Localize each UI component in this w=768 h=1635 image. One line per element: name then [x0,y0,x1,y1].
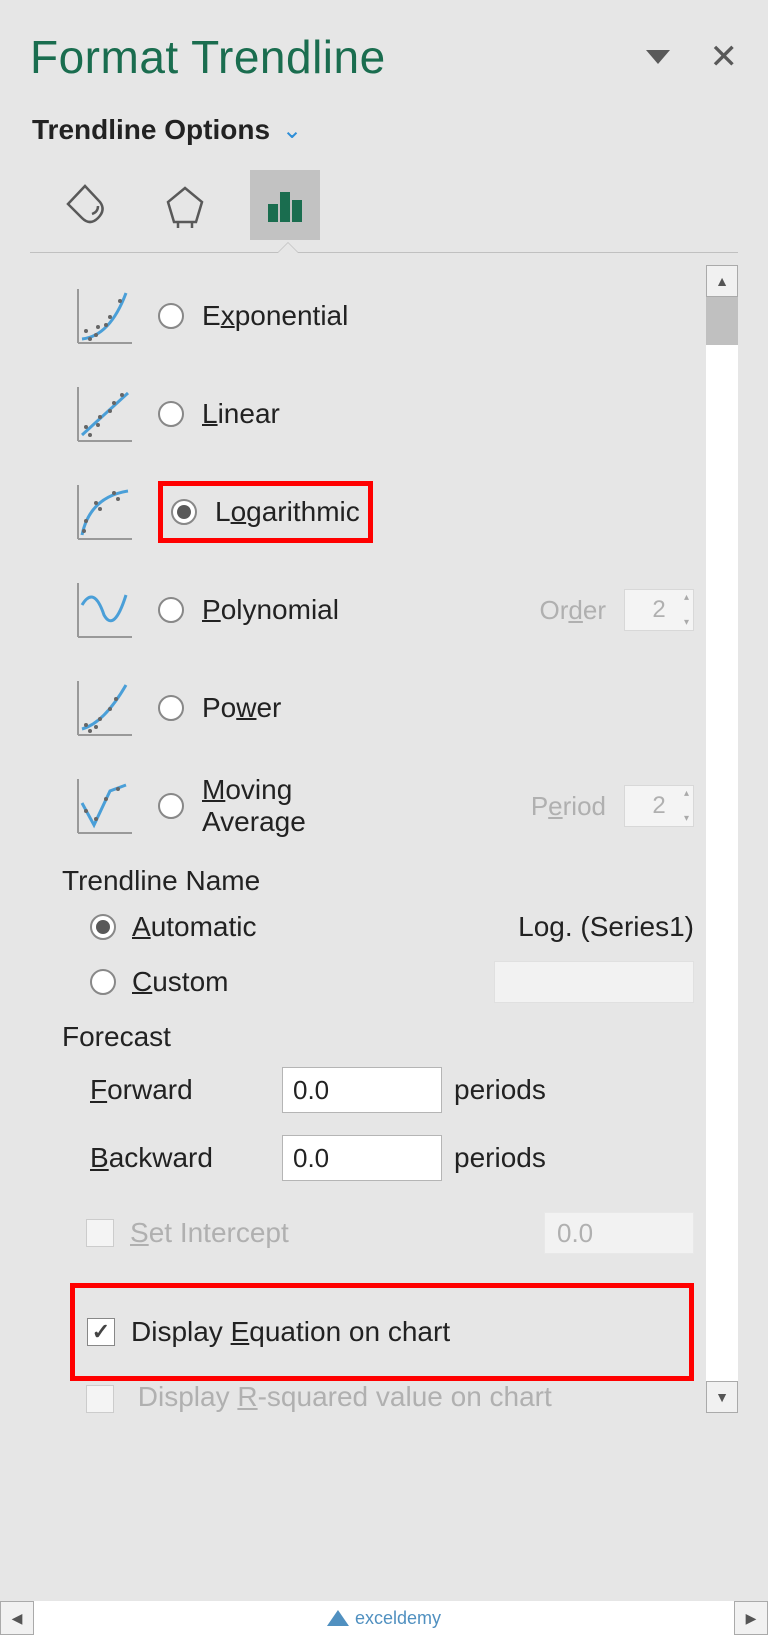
logarithmic-icon [70,477,140,547]
tab-effects[interactable] [150,170,220,240]
label-polynomial: Polynomial [202,594,339,626]
forward-input[interactable] [282,1067,442,1113]
automatic-name-value: Log. (Series1) [518,911,694,943]
horizontal-scrollbar[interactable]: ◀ exceldemy ▶ [0,1601,768,1635]
trendline-type-power[interactable]: Power [70,669,694,747]
hscroll-track[interactable]: exceldemy [34,1601,734,1635]
trendline-name-automatic-row[interactable]: Automatic Log. (Series1) [70,911,694,943]
set-intercept-row: Set Intercept 0.0 [70,1203,694,1263]
scroll-thumb[interactable] [706,297,738,345]
backward-unit: periods [454,1142,546,1174]
watermark-icon [327,1610,349,1626]
trendline-type-moving-average[interactable]: MovingAverage Period 2▴▾ [70,767,694,845]
ma-period-input: 2▴▾ [624,785,694,827]
radio-power[interactable] [158,695,184,721]
trendline-name-custom-row[interactable]: Custom [70,961,694,1003]
tabs-divider [30,252,738,253]
scroll-container: Exponential Linear Logarithmic Polynomia… [30,265,738,1413]
backward-label: Backward [90,1142,270,1174]
radio-polynomial[interactable] [158,597,184,623]
chevron-down-icon: ⌄ [282,116,302,145]
pane-header: Format Trendline ✕ [30,30,738,84]
hscroll-left-button[interactable]: ◀ [0,1601,34,1635]
polynomial-order-input: 2▴▾ [624,589,694,631]
forecast-backward-row: Backward periods [70,1135,694,1181]
polynomial-order-label: Order [540,595,606,626]
label-linear: Linear [202,398,280,430]
label-logarithmic: Logarithmic [215,496,360,528]
radio-logarithmic[interactable] [171,499,197,525]
header-controls: ✕ [646,37,739,77]
label-exponential: Exponential [202,300,348,332]
backward-input[interactable] [282,1135,442,1181]
scroll-up-button[interactable]: ▲ [706,265,738,297]
polynomial-icon [70,575,140,645]
section-forecast: Forecast [62,1021,694,1053]
set-intercept-input: 0.0 [544,1212,694,1254]
radio-name-automatic[interactable] [90,914,116,940]
trendline-type-polynomial[interactable]: Polynomial Order 2▴▾ [70,571,694,649]
display-equation-row[interactable]: Display Equation on chart [87,1302,677,1362]
forward-unit: periods [454,1074,546,1106]
close-icon[interactable]: ✕ [710,37,739,77]
radio-name-custom[interactable] [90,969,116,995]
label-name-custom: Custom [132,966,228,998]
power-icon [70,673,140,743]
display-equation-highlight: Display Equation on chart [70,1283,694,1381]
option-tabs [30,170,738,240]
options-selector-label: Trendline Options [32,114,270,146]
vertical-scrollbar[interactable]: ▲ ▼ [706,265,738,1413]
label-power: Power [202,692,281,724]
forecast-forward-row: Forward periods [70,1067,694,1113]
hscroll-right-button[interactable]: ▶ [734,1601,768,1635]
format-trendline-pane: Format Trendline ✕ Trendline Options ⌄ E… [0,0,768,1635]
custom-name-input[interactable] [494,961,694,1003]
tab-fill-line[interactable] [50,170,120,240]
label-name-automatic: Automatic [132,911,257,943]
radio-exponential[interactable] [158,303,184,329]
checkbox-display-equation[interactable] [87,1318,115,1346]
label-set-intercept: Set Intercept [130,1217,289,1249]
trendline-type-exponential[interactable]: Exponential [70,277,694,355]
options-selector[interactable]: Trendline Options ⌄ [32,114,738,146]
ma-period-label: Period [531,791,606,822]
forward-label: Forward [90,1074,270,1106]
logarithmic-highlight: Logarithmic [158,481,373,543]
radio-linear[interactable] [158,401,184,427]
label-display-equation: Display Equation on chart [131,1316,450,1348]
pane-title: Format Trendline [30,30,386,84]
display-r2-row-cutoff: Display R-squared value on chart [70,1381,694,1413]
label-moving-average: MovingAverage [202,774,306,838]
scroll-down-button[interactable]: ▼ [706,1381,738,1413]
moving-average-icon [70,771,140,841]
exponential-icon [70,281,140,351]
tab-trendline-options[interactable] [250,170,320,240]
section-trendline-name: Trendline Name [62,865,694,897]
options-content: Exponential Linear Logarithmic Polynomia… [30,265,706,1413]
trendline-type-logarithmic[interactable]: Logarithmic [70,473,694,551]
linear-icon [70,379,140,449]
watermark-text: exceldemy [355,1608,441,1629]
trendline-type-linear[interactable]: Linear [70,375,694,453]
checkbox-set-intercept [86,1219,114,1247]
scroll-track[interactable] [706,297,738,1381]
radio-moving-average[interactable] [158,793,184,819]
pane-options-dropdown-icon[interactable] [646,50,670,64]
